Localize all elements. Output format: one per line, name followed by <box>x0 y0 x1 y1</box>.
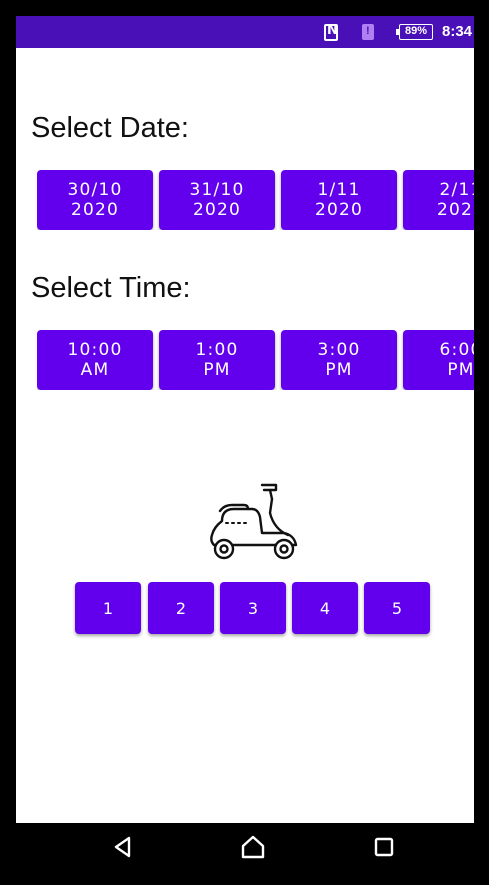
date-button[interactable]: 1/11 2020 <box>281 170 397 230</box>
time-button[interactable]: 1:00 PM <box>159 330 275 390</box>
status-bar: 89% 8:34 <box>16 16 474 48</box>
date-year: 2020 <box>192 200 242 220</box>
quantity-button[interactable]: 1 <box>75 582 141 634</box>
date-day: 2/11 <box>439 180 475 200</box>
time-options: 10:00 AM 1:00 PM 3:00 PM 6:00 PM <box>37 330 474 390</box>
time-hour: 10:00 <box>67 340 123 360</box>
select-date-heading: Select Date: <box>31 112 189 144</box>
back-icon[interactable] <box>109 833 137 861</box>
home-icon[interactable] <box>239 833 267 861</box>
nfc-icon <box>324 23 338 41</box>
navigation-bar <box>16 823 474 869</box>
time-period: PM <box>447 360 474 380</box>
status-time: 8:34 <box>442 23 473 40</box>
time-hour: 1:00 <box>195 340 239 360</box>
time-hour: 6:00 <box>439 340 475 360</box>
date-button[interactable]: 31/10 2020 <box>159 170 275 230</box>
quantity-button[interactable]: 3 <box>220 582 286 634</box>
time-period: AM <box>80 360 110 380</box>
select-time-heading: Select Time: <box>31 272 191 304</box>
quantity-button[interactable]: 5 <box>364 582 430 634</box>
battery-icon: 89% <box>396 24 433 40</box>
date-year: 2020 <box>314 200 364 220</box>
time-period: PM <box>203 360 231 380</box>
quantity-options: 1 2 3 4 5 <box>75 582 435 634</box>
app-screen: 89% 8:34 Select Date: 30/10 2020 31/10 2… <box>16 16 474 869</box>
time-button[interactable]: 10:00 AM <box>37 330 153 390</box>
date-options: 30/10 2020 31/10 2020 1/11 2020 2/11 202… <box>37 170 474 230</box>
time-hour: 3:00 <box>317 340 361 360</box>
recents-icon[interactable] <box>370 833 398 861</box>
date-day: 30/10 <box>67 180 123 200</box>
time-period: PM <box>325 360 353 380</box>
sim-alert-icon <box>362 24 374 40</box>
scooter-icon <box>210 483 298 560</box>
quantity-button[interactable]: 2 <box>148 582 214 634</box>
date-button[interactable]: 30/10 2020 <box>37 170 153 230</box>
date-day: 31/10 <box>189 180 245 200</box>
quantity-button[interactable]: 4 <box>292 582 358 634</box>
time-button[interactable]: 6:00 PM <box>403 330 474 390</box>
date-button[interactable]: 2/11 2020 <box>403 170 474 230</box>
date-day: 1/11 <box>317 180 361 200</box>
date-year: 2020 <box>70 200 120 220</box>
time-button[interactable]: 3:00 PM <box>281 330 397 390</box>
date-year: 2020 <box>436 200 474 220</box>
